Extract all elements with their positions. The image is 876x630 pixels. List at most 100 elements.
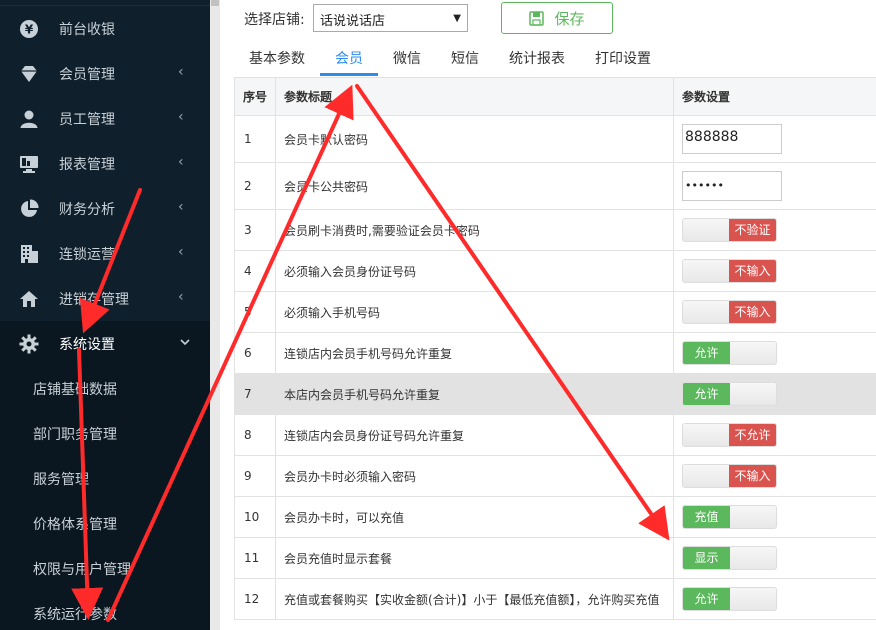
row-title: 会员刷卡消费时,需要验证会员卡密码 bbox=[275, 209, 674, 251]
row-number: 5 bbox=[234, 291, 276, 333]
store-select-value: 话说说话店 bbox=[320, 14, 386, 29]
column-header-setting: 参数设置 bbox=[673, 77, 876, 116]
toggle-switch[interactable]: 不验证 bbox=[682, 218, 777, 242]
home-icon bbox=[19, 289, 39, 309]
toggle-switch[interactable]: 显示 bbox=[682, 546, 777, 570]
sidebar-item-label: 会员管理 bbox=[59, 66, 115, 83]
toggle-switch[interactable]: 不输入 bbox=[682, 259, 777, 283]
sidebar-scrollbar[interactable] bbox=[210, 0, 220, 630]
floppy-disk-icon bbox=[529, 10, 545, 26]
toggle-switch[interactable]: 不允许 bbox=[682, 423, 777, 447]
tab-wechat[interactable]: 微信 bbox=[378, 42, 436, 76]
table-row: 9 会员办卡时必须输入密码 不输入 bbox=[234, 455, 876, 497]
table-row: 2 会员卡公共密码 •••••• bbox=[234, 162, 876, 210]
sidebar-item-cashier[interactable]: ¥ 前台收银 bbox=[0, 6, 210, 51]
system-settings-submenu: 店铺基础数据 部门职务管理 服务管理 价格体系管理 权限与用户管理 系统运行参数 bbox=[0, 366, 210, 630]
sidebar-item-label: 财务分析 bbox=[59, 201, 115, 218]
chevron-left-icon: ‹ bbox=[178, 289, 184, 305]
sidebar-item-reports[interactable]: 报表管理 ‹ bbox=[0, 141, 210, 186]
row-title: 连锁店内会员手机号码允许重复 bbox=[275, 332, 674, 374]
toggle-label: 允许 bbox=[683, 342, 730, 364]
row-setting: 不输入 bbox=[673, 455, 876, 497]
save-button[interactable]: 保存 bbox=[501, 2, 613, 34]
sidebar-item-finance[interactable]: 财务分析 ‹ bbox=[0, 186, 210, 231]
table-row: 7 本店内会员手机号码允许重复 允许 bbox=[234, 373, 876, 415]
row-title: 会员卡公共密码 bbox=[275, 162, 674, 210]
submenu-item-pricing[interactable]: 价格体系管理 bbox=[0, 501, 210, 546]
column-header-no: 序号 bbox=[234, 77, 276, 116]
table-row: 8 连锁店内会员身份证号码允许重复 不允许 bbox=[234, 414, 876, 456]
toggle-switch[interactable]: 不输入 bbox=[682, 300, 777, 324]
submenu-item-store-data[interactable]: 店铺基础数据 bbox=[0, 366, 210, 411]
row-setting: 不允许 bbox=[673, 414, 876, 456]
store-select-label: 选择店铺: bbox=[244, 12, 305, 28]
row-number: 2 bbox=[234, 162, 276, 210]
tab-basic[interactable]: 基本参数 bbox=[234, 42, 320, 76]
row-number: 10 bbox=[234, 496, 276, 538]
yen-icon: ¥ bbox=[19, 19, 39, 39]
toggle-switch[interactable]: 允许 bbox=[682, 587, 777, 611]
row-setting: 不输入 bbox=[673, 250, 876, 292]
public-password-input[interactable]: •••••• bbox=[682, 171, 782, 201]
svg-text:¥: ¥ bbox=[25, 22, 34, 36]
chevron-left-icon: ‹ bbox=[178, 244, 184, 260]
row-title: 必须输入手机号码 bbox=[275, 291, 674, 333]
toggle-label: 不输入 bbox=[729, 260, 776, 282]
toggle-switch[interactable]: 不输入 bbox=[682, 464, 777, 488]
row-number: 9 bbox=[234, 455, 276, 497]
row-setting: 不输入 bbox=[673, 291, 876, 333]
sidebar-item-label: 前台收银 bbox=[59, 21, 115, 38]
submenu-item-system-params[interactable]: 系统运行参数 bbox=[0, 591, 210, 630]
sidebar-item-label: 员工管理 bbox=[59, 111, 115, 128]
toggle-label: 允许 bbox=[683, 588, 730, 610]
toggle-label: 不输入 bbox=[729, 465, 776, 487]
row-number: 7 bbox=[234, 373, 276, 415]
toolbar: 选择店铺: 话说说话店 ▼ 保存 bbox=[244, 0, 864, 40]
scrollbar-thumb[interactable] bbox=[211, 0, 219, 6]
toggle-label: 不输入 bbox=[729, 301, 776, 323]
table-row: 3 会员刷卡消费时,需要验证会员卡密码 不验证 bbox=[234, 209, 876, 251]
caret-down-icon: ▼ bbox=[453, 13, 461, 24]
sidebar-item-member[interactable]: 会员管理 ‹ bbox=[0, 51, 210, 96]
row-setting: 允许 bbox=[673, 373, 876, 415]
row-title: 会员办卡时必须输入密码 bbox=[275, 455, 674, 497]
tab-sms[interactable]: 短信 bbox=[436, 42, 494, 76]
default-password-input[interactable]: 888888 bbox=[682, 124, 782, 154]
toggle-switch[interactable]: 允许 bbox=[682, 341, 777, 365]
sidebar-item-label: 报表管理 bbox=[59, 156, 115, 173]
building-icon bbox=[19, 244, 39, 264]
table-row: 4 必须输入会员身份证号码 不输入 bbox=[234, 250, 876, 292]
table-row: 1 会员卡默认密码 888888 bbox=[234, 115, 876, 163]
toggle-label: 不允许 bbox=[729, 424, 776, 446]
row-title: 本店内会员手机号码允许重复 bbox=[275, 373, 674, 415]
tab-member[interactable]: 会员 bbox=[320, 42, 378, 76]
column-header-title: 参数标题 bbox=[275, 77, 674, 116]
sidebar-item-inventory[interactable]: 进销存管理 ‹ bbox=[0, 276, 210, 321]
row-title: 会员办卡时，可以充值 bbox=[275, 496, 674, 538]
sidebar-item-label: 进销存管理 bbox=[59, 291, 129, 308]
toggle-switch[interactable]: 充值 bbox=[682, 505, 777, 529]
sidebar-item-chain[interactable]: 连锁运营 ‹ bbox=[0, 231, 210, 276]
sidebar-item-system-settings[interactable]: 系统设置 bbox=[0, 321, 210, 366]
row-number: 6 bbox=[234, 332, 276, 374]
save-button-label: 保存 bbox=[554, 9, 585, 28]
tab-print[interactable]: 打印设置 bbox=[580, 42, 666, 76]
row-setting: 显示 bbox=[673, 537, 876, 579]
submenu-item-permissions[interactable]: 权限与用户管理 bbox=[0, 546, 210, 591]
row-setting: 不验证 bbox=[673, 209, 876, 251]
row-number: 1 bbox=[234, 115, 276, 163]
chevron-left-icon: ‹ bbox=[178, 154, 184, 170]
chevron-left-icon: ‹ bbox=[178, 64, 184, 80]
gear-icon bbox=[19, 334, 39, 354]
toggle-label: 允许 bbox=[683, 383, 730, 405]
table-row: 6 连锁店内会员手机号码允许重复 允许 bbox=[234, 332, 876, 374]
submenu-item-services[interactable]: 服务管理 bbox=[0, 456, 210, 501]
store-select[interactable]: 话说说话店 ▼ bbox=[313, 4, 468, 32]
sidebar-item-staff[interactable]: 员工管理 ‹ bbox=[0, 96, 210, 141]
submenu-item-departments[interactable]: 部门职务管理 bbox=[0, 411, 210, 456]
toggle-label: 显示 bbox=[683, 547, 730, 569]
row-title: 会员充值时显示套餐 bbox=[275, 537, 674, 579]
toggle-switch[interactable]: 允许 bbox=[682, 382, 777, 406]
tab-reports[interactable]: 统计报表 bbox=[494, 42, 580, 76]
sidebar: ¥ 前台收银 会员管理 ‹ 员工管理 ‹ 报表管理 ‹ 财务分析 ‹ 连锁运营 … bbox=[0, 0, 210, 630]
